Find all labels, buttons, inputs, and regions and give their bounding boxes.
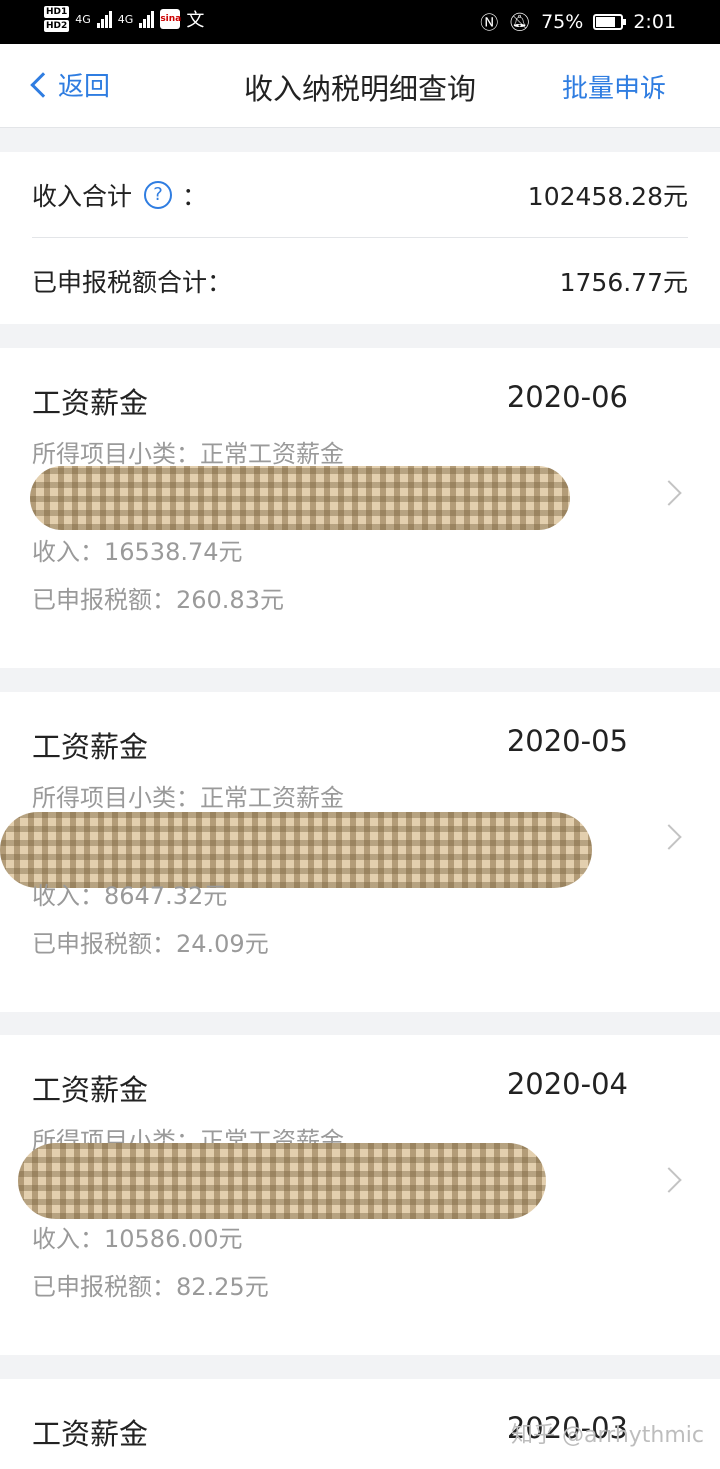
status-left: HD1 HD2 4G 4G sina 文: [44, 6, 204, 32]
signal-icon-2: [139, 10, 155, 28]
battery-icon: [593, 14, 627, 30]
record-income: 收入：8647.32元: [32, 882, 228, 910]
status-bar: HD1 HD2 4G 4G sina 文 Ⓝ 🔕︎ 75% 2:01: [0, 0, 720, 44]
record-type: 工资薪金: [32, 386, 149, 420]
record-card[interactable]: 工资薪金 2020-06 所得项目小类：正常工资薪金 收入：16538.74元 …: [0, 348, 720, 668]
record-period: 2020-05: [506, 724, 628, 758]
signal-icon: [96, 10, 112, 28]
record-tax: 已申报税额：260.83元: [32, 586, 284, 614]
network-type-2: 4G: [117, 12, 134, 26]
record-period: 2020-06: [506, 380, 628, 414]
hd1-badge: HD1: [44, 6, 70, 18]
battery-percent: 75%: [541, 11, 584, 33]
income-total-label: 收入合计: [32, 181, 133, 211]
weibo-app-icon: sina: [160, 9, 181, 29]
hd-badges: HD1 HD2: [44, 6, 70, 32]
record-card[interactable]: 工资薪金 2020-05 所得项目小类：正常工资薪金 收入：8647.32元 已…: [0, 692, 720, 1012]
chevron-right-icon: [656, 1167, 682, 1193]
income-total-row: 收入合计 ? ： 102458.28元: [32, 152, 688, 238]
record-subtype: 所得项目小类：正常工资薪金: [32, 440, 344, 468]
tax-total-value: 1756.77元: [559, 268, 688, 297]
record-subtype: 所得项目小类：正常工资薪金: [32, 784, 344, 812]
hd2-badge: HD2: [44, 20, 70, 32]
tax-total-label: 已申报税额合计：: [32, 268, 233, 297]
record-income: 收入：10586.00元: [32, 1225, 243, 1253]
record-type: 工资薪金: [32, 1417, 149, 1451]
chevron-right-icon: [656, 824, 682, 850]
income-colon: ：: [182, 181, 208, 211]
nfc-icon: Ⓝ: [480, 13, 499, 34]
watermark: 知乎 @arrhythmic: [511, 1423, 704, 1448]
income-total-label-group: 收入合计 ? ：: [32, 177, 207, 213]
record-period: 2020-04: [506, 1067, 628, 1101]
record-income: 收入：16538.74元: [32, 538, 243, 566]
record-type: 工资薪金: [32, 730, 149, 764]
back-button[interactable]: 返回: [28, 66, 110, 103]
network-type-1: 4G: [75, 12, 91, 26]
record-tax: 已申报税额：82.25元: [32, 1273, 269, 1301]
record-type: 工资薪金: [32, 1073, 149, 1107]
bell-off-icon: 🔕︎: [508, 11, 532, 33]
clock: 2:01: [633, 11, 676, 33]
nav-bar: 返回 收入纳税明细查询 批量申诉: [0, 44, 720, 128]
wen-icon: 文: [186, 10, 205, 31]
batch-appeal-button[interactable]: 批量申诉: [562, 68, 666, 105]
tax-total-row: 已申报税额合计： 1756.77元: [32, 238, 688, 324]
record-card[interactable]: 工资薪金 2020-04 所得项目小类：正常工资薪金 收入：10586.00元 …: [0, 1035, 720, 1355]
chevron-left-icon: [30, 71, 56, 98]
redacted-scribble: [18, 1143, 546, 1219]
record-tax: 已申报税额：24.09元: [32, 930, 269, 958]
back-label: 返回: [58, 72, 111, 102]
help-icon[interactable]: ?: [144, 180, 173, 209]
summary-panel: 收入合计 ? ： 102458.28元 已申报税额合计： 1756.77元: [0, 152, 720, 324]
status-right: Ⓝ 🔕︎ 75% 2:01: [480, 9, 676, 35]
income-total-value: 102458.28元: [527, 181, 688, 211]
redacted-scribble: [30, 466, 570, 530]
chevron-right-icon: [656, 480, 682, 506]
